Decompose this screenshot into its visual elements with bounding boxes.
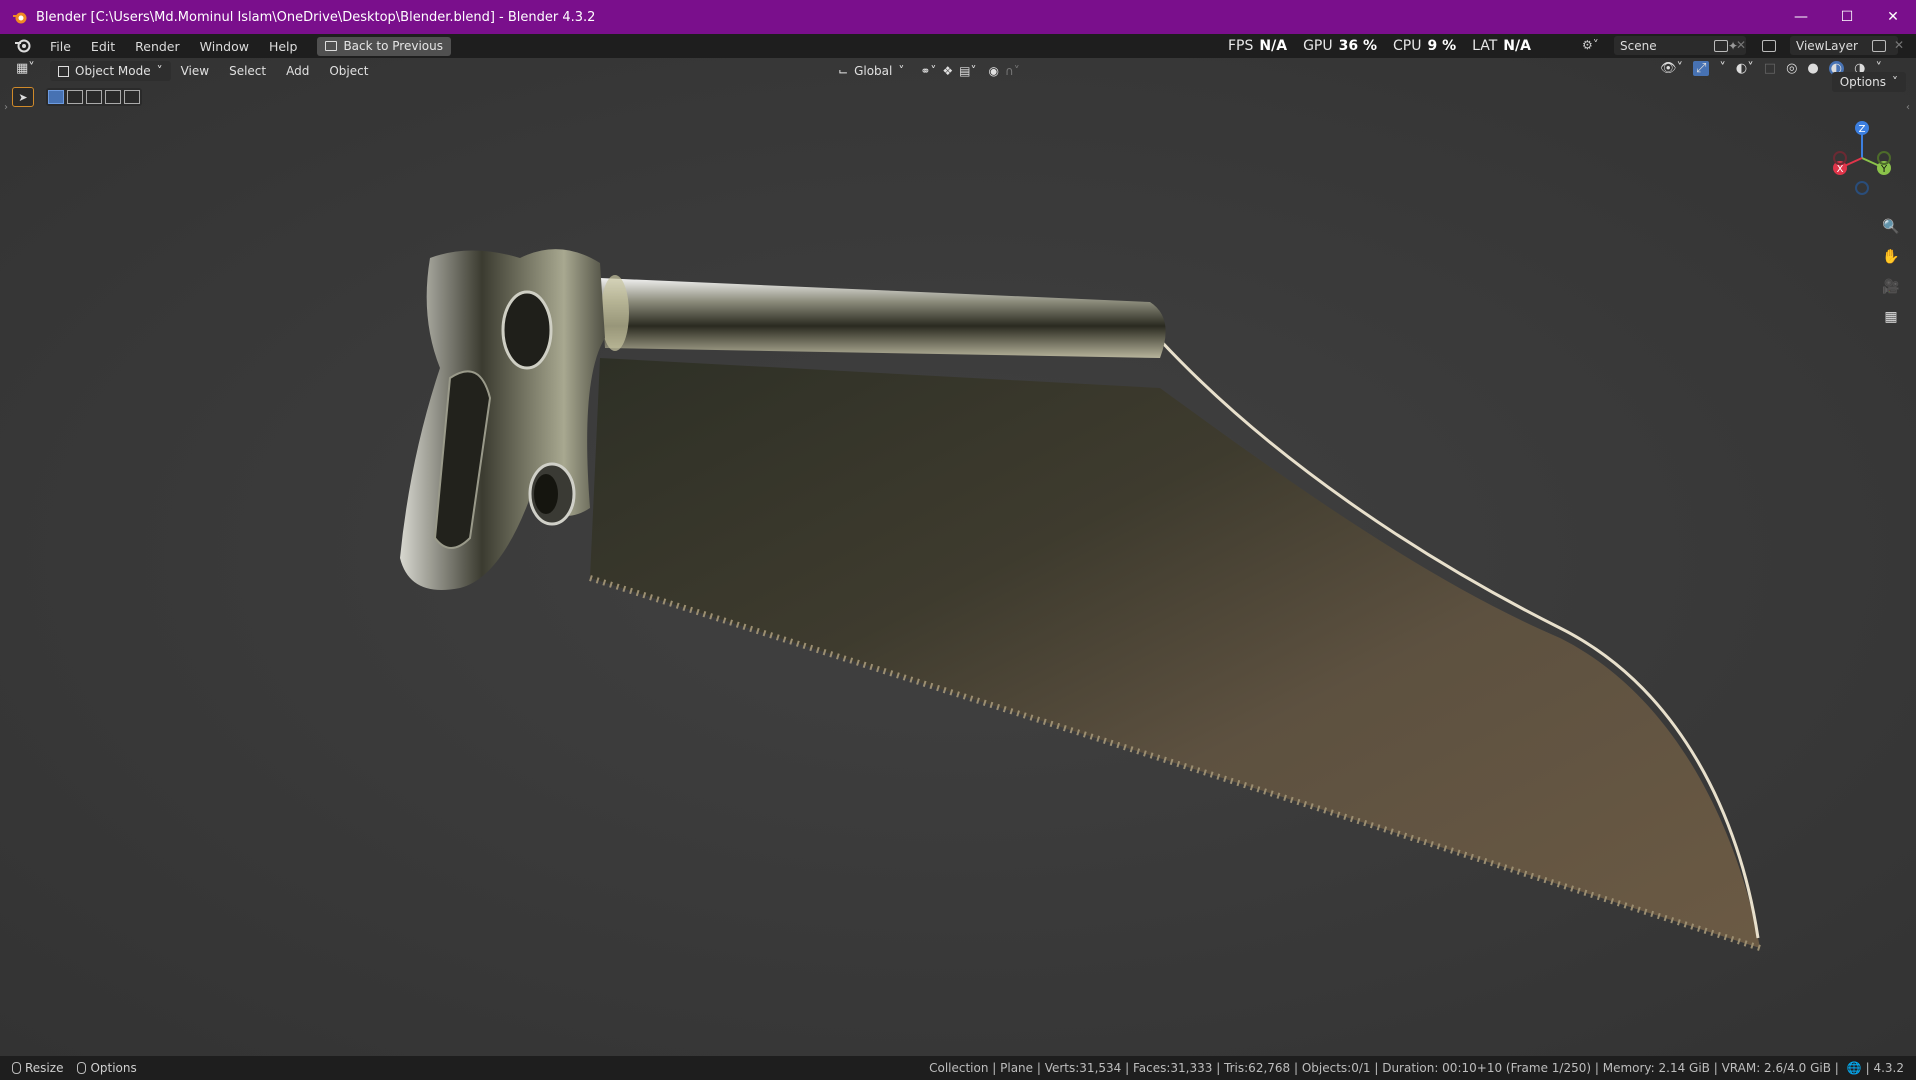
pivot-icon[interactable]: ⚭˅ [920,64,936,78]
new-scene-icon[interactable] [1714,40,1728,52]
overlay-icon[interactable]: ◐˅ [1736,61,1754,76]
mouse-right-icon [77,1062,87,1074]
camera-view-icon[interactable]: 🎥 [1878,274,1904,300]
cpu-label: CPU [1393,38,1422,54]
title-bar: Blender [C:\Users\Md.Mominul Islam\OneDr… [0,0,1916,34]
options-label: Options [1839,75,1886,89]
xray-icon[interactable]: □ [1764,61,1776,76]
mode-selector[interactable]: Object Mode ˅ [50,61,171,81]
object-mode-icon [58,65,69,77]
gizmo-toggle-icon[interactable]: ⤢ [1693,61,1710,76]
statistics-text: Collection | Plane | Verts:31,534 | Face… [929,1061,1839,1075]
delete-scene-icon[interactable]: ✕ [1736,38,1746,52]
status-options: Options [77,1061,137,1075]
editor-type-icon[interactable]: ▦˅ [16,61,35,76]
menu-select[interactable]: Select [219,64,276,78]
zoom-icon[interactable]: 🔍 [1878,214,1904,240]
minimize-button[interactable]: — [1778,0,1824,34]
status-bar: Resize Options Collection | Plane | Vert… [0,1056,1916,1080]
menu-window[interactable]: Window [190,39,259,54]
pan-hand-icon[interactable]: ✋ [1878,244,1904,270]
snap-target-icon[interactable]: ▤˅ [959,64,976,78]
maximize-button[interactable]: ☐ [1824,0,1870,34]
solid-shading-icon[interactable]: ● [1807,61,1818,76]
back-to-previous-button[interactable]: Back to Previous [317,36,451,56]
transform-orientation[interactable]: ⌙ Global ˅ ⚭˅ ❖ ▤˅ ◉ ∩˅ [838,61,1020,81]
view-layer-name: ViewLayer [1796,38,1858,53]
proportional-edit-icon[interactable]: ◉ [989,64,999,78]
viewport-header: ▦˅ Object Mode ˅ View Select Add Object … [0,58,1916,84]
close-button[interactable]: ✕ [1870,0,1916,34]
chevron-down-icon: ˅ [898,64,905,78]
viewport-background [0,58,1916,1056]
snap-icon[interactable]: ❖ [942,64,953,78]
chevron-down-icon[interactable]: ˅ [1719,61,1726,76]
tool-settings-row: ➤ [12,86,142,108]
chevron-down-icon: ˅ [156,64,163,78]
select-subtract-icon[interactable] [86,90,102,104]
menu-edit[interactable]: Edit [81,39,125,54]
visibility-icon[interactable]: 👁˅ [1660,61,1683,76]
performance-stats: FPS N/A GPU 36 % CPU 9 % LAT N/A [1228,34,1541,58]
mode-label: Object Mode [75,64,151,78]
select-intersect-icon[interactable] [124,90,140,104]
status-resize: Resize [12,1061,63,1075]
network-icon: 🌐 [1846,1061,1862,1075]
perspective-grid-icon[interactable]: ▦ [1878,304,1904,330]
blender-menu-icon[interactable] [6,36,40,56]
menu-object[interactable]: Object [319,64,378,78]
axis-y-label: Y [1880,164,1888,175]
select-extend-icon[interactable] [67,90,83,104]
select-new-icon[interactable] [48,90,64,104]
orientation-label: Global [854,64,893,78]
scene-selector-icon[interactable]: ⚙˅ [1582,38,1599,52]
fps-label: FPS [1228,38,1254,54]
cpu-value: 9 % [1427,38,1457,54]
menu-add[interactable]: Add [276,64,319,78]
screen-icon [325,41,338,51]
select-tool-button[interactable]: ➤ [12,87,34,107]
version-text: 4.3.2 [1873,1061,1904,1075]
axis-x-label: X [1837,164,1844,175]
mouse-left-icon [12,1062,21,1074]
lat-label: LAT [1472,38,1498,54]
chevron-down-icon: ˅ [1892,75,1898,89]
wireframe-shading-icon[interactable]: ◎ [1786,61,1797,76]
resize-label: Resize [25,1061,64,1075]
orientation-icon: ⌙ [838,64,849,78]
menu-file[interactable]: File [40,39,81,54]
scene-statistics: Collection | Plane | Verts:31,534 | Face… [929,1061,1904,1075]
sidebar-expand-icon[interactable]: ‹ [1906,102,1910,113]
menu-view[interactable]: View [171,64,219,78]
select-invert-icon[interactable] [105,90,121,104]
menu-help[interactable]: Help [259,39,308,54]
cursor-icon: ➤ [18,90,28,104]
lat-value: N/A [1503,38,1531,54]
axis-z-label: Z [1859,124,1866,135]
gpu-value: 36 % [1338,38,1377,54]
blender-logo-icon [13,12,27,24]
toolbar-expand-icon[interactable]: › [4,102,8,113]
menu-render[interactable]: Render [125,39,190,54]
selection-mode-group [46,88,142,106]
new-view-layer-icon[interactable] [1872,40,1886,52]
options-status-label: Options [90,1061,137,1075]
back-to-previous-label: Back to Previous [343,39,443,53]
window-title: Blender [C:\Users\Md.Mominul Islam\OneDr… [36,9,596,25]
options-dropdown[interactable]: Options ˅ [1831,72,1906,92]
3d-viewport[interactable]: ▦˅ Object Mode ˅ View Select Add Object … [0,58,1916,1056]
scene-name: Scene [1620,38,1657,53]
top-menu-bar: File Edit Render Window Help Back to Pre… [0,34,1916,58]
delete-view-layer-icon[interactable]: ✕ [1894,38,1904,52]
falloff-icon[interactable]: ∩˅ [1005,64,1020,78]
view-layer-icon[interactable] [1762,40,1776,52]
navigation-gizmo[interactable]: Z Y X [1822,118,1902,198]
gpu-label: GPU [1303,38,1333,54]
fps-value: N/A [1259,38,1288,54]
